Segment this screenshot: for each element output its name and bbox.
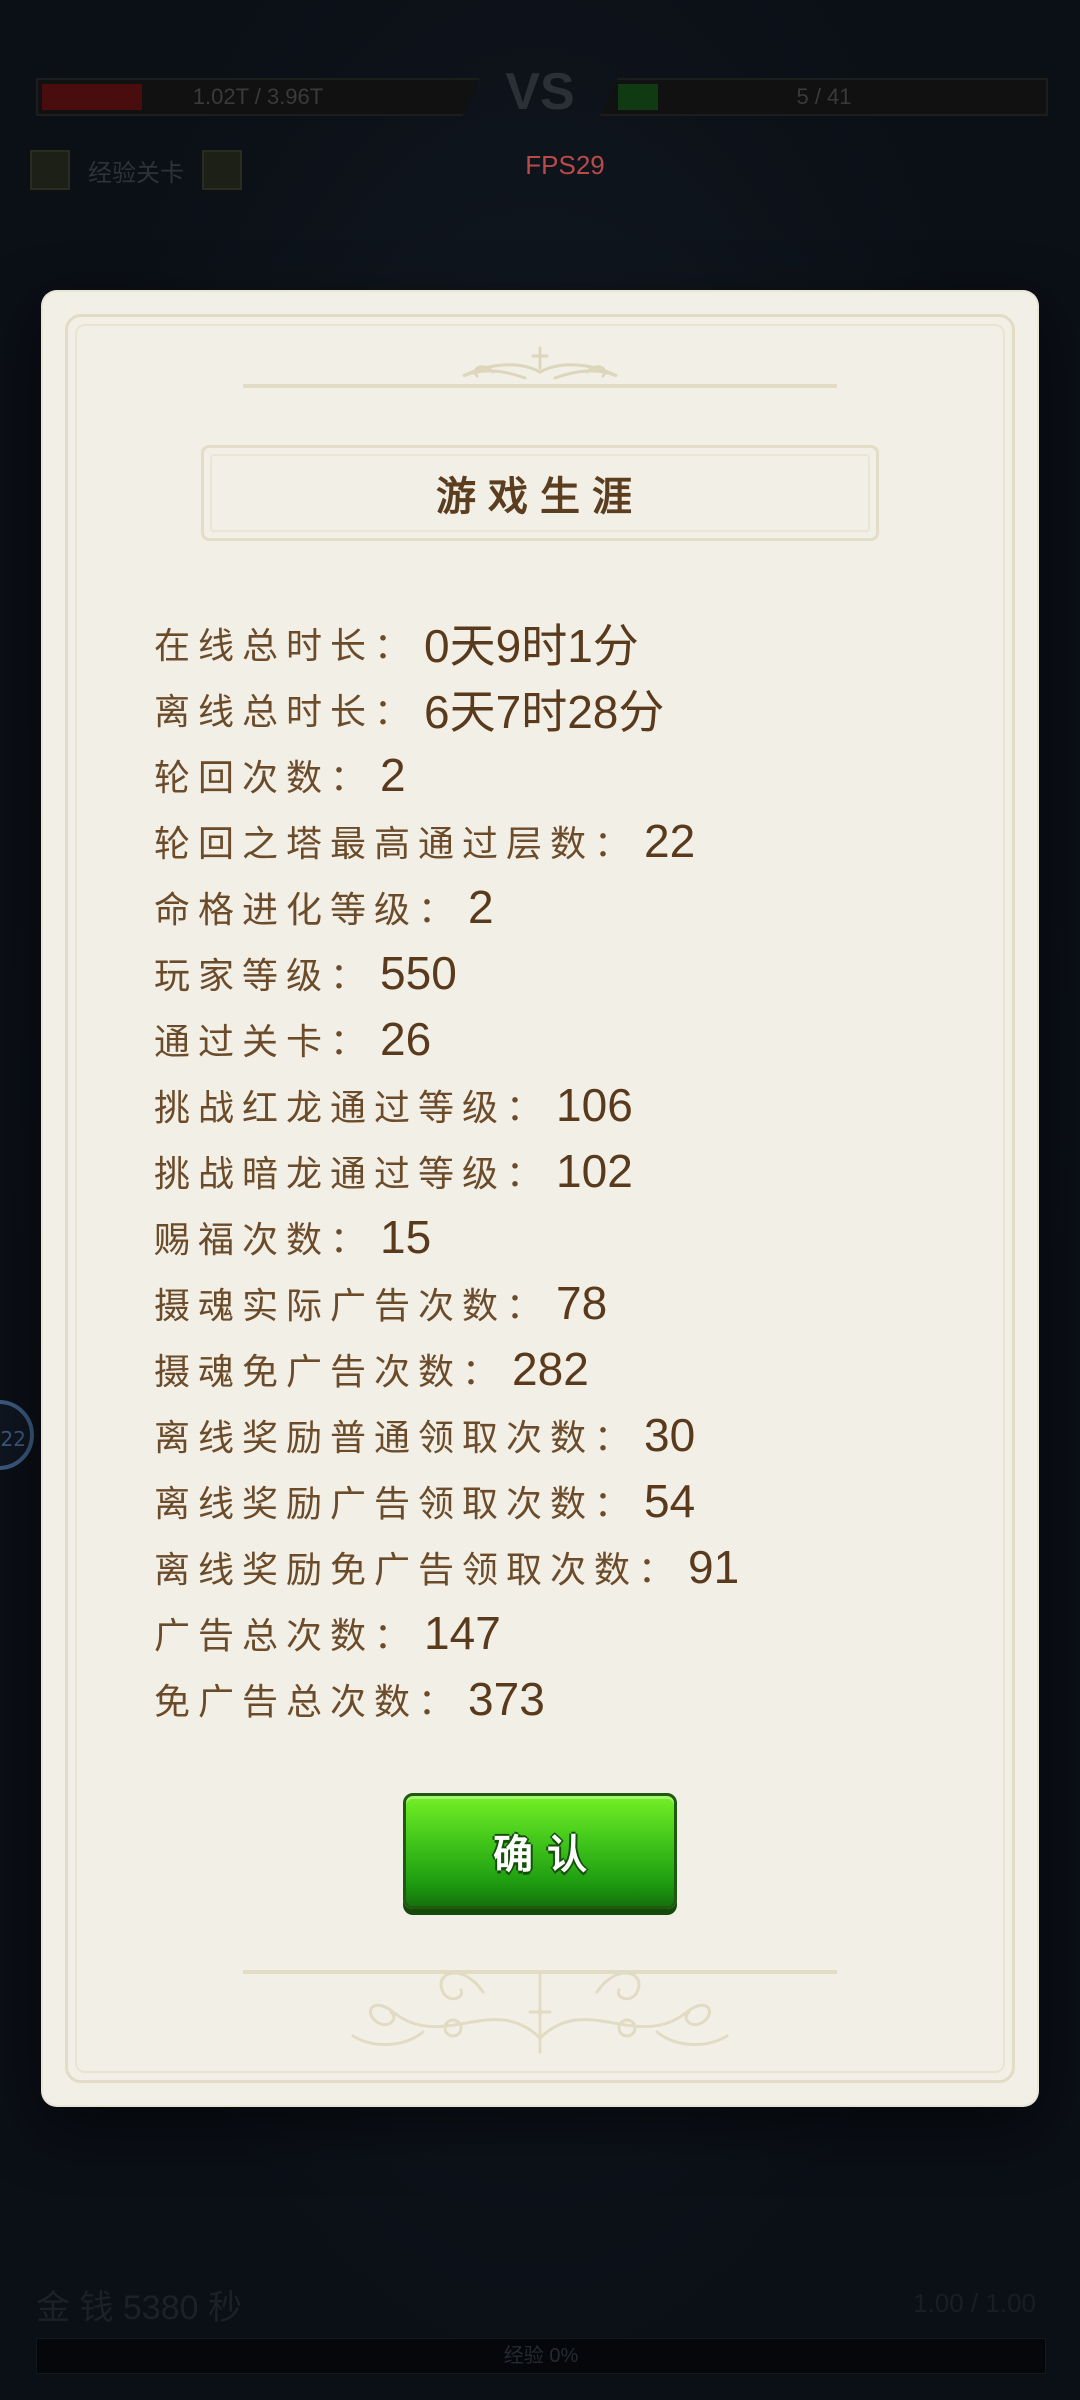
- stat-row: 轮回次数： 2: [154, 742, 954, 808]
- stat-value: 15: [380, 1211, 432, 1263]
- stage-prev-icon: [30, 150, 70, 190]
- stat-value: 102: [556, 1145, 633, 1197]
- stat-colon: ：: [374, 1616, 411, 1657]
- stage-indicator: 经验关卡: [30, 150, 242, 190]
- stat-colon: ：: [330, 1220, 367, 1261]
- stat-label: 赐福次数: [154, 1220, 331, 1261]
- title-frame: 游戏生涯: [201, 445, 879, 541]
- stat-value: 2: [468, 881, 494, 933]
- stat-label: 摄魂实际广告次数: [154, 1286, 507, 1327]
- stat-row: 广告总次数： 147: [154, 1600, 954, 1666]
- stat-colon: ：: [330, 758, 367, 799]
- stat-row: 挑战红龙通过等级： 106: [154, 1072, 954, 1138]
- player-hp-bar: 1.02T / 3.96T: [36, 78, 480, 116]
- stat-label: 挑战红龙通过等级: [154, 1088, 507, 1129]
- stat-label: 离线奖励普通领取次数: [154, 1418, 595, 1459]
- stat-label: 免广告总次数: [154, 1682, 419, 1723]
- stat-label: 玩家等级: [154, 956, 331, 997]
- exp-bar-text: 经验 0%: [503, 2345, 579, 2367]
- game-career-dialog: 游戏生涯 在线总时长： 0天9时1分 离线总时长： 6天7时28分 轮回次数： 2 轮回之塔…: [43, 292, 1037, 2105]
- top-ornament-icon: [462, 346, 618, 380]
- stat-label: 摄魂免广告次数: [154, 1352, 463, 1393]
- stat-row: 轮回之塔最高通过层数： 22: [154, 808, 954, 874]
- stats-list: 在线总时长： 0天9时1分 离线总时长： 6天7时28分 轮回次数： 2 轮回之塔最高通过层…: [154, 610, 954, 1732]
- stat-colon: ：: [374, 692, 411, 733]
- bottom-hud: 金 钱 5380 秒 1.00 / 1.00 经验 0%: [0, 2270, 1080, 2400]
- stat-row: 命格进化等级： 2: [154, 874, 954, 940]
- stat-label: 通过关卡: [154, 1022, 331, 1063]
- stat-colon: ：: [506, 1088, 543, 1129]
- stat-label: 在线总时长: [154, 626, 375, 667]
- stat-value: 78: [556, 1277, 608, 1329]
- stat-value: 2: [380, 749, 406, 801]
- stat-value: 282: [512, 1343, 589, 1395]
- fps-counter: FPS29: [525, 150, 605, 180]
- stat-row: 离线奖励广告领取次数： 54: [154, 1468, 954, 1534]
- stat-value: 550: [380, 947, 457, 999]
- stat-colon: ：: [330, 956, 367, 997]
- stat-colon: ：: [594, 1484, 631, 1525]
- dialog-title: 游戏生涯: [436, 473, 644, 520]
- stage-label: 经验关卡: [88, 158, 184, 187]
- side-level-bubble: 22: [0, 1400, 34, 1470]
- speed-text: 1.00 / 1.00: [913, 2288, 1036, 2318]
- stat-value: 147: [424, 1607, 501, 1659]
- stat-value: 54: [644, 1475, 696, 1527]
- confirm-button[interactable]: 确认: [403, 1793, 677, 1909]
- stat-colon: ：: [462, 1352, 499, 1393]
- stat-value: 6天7时28分: [424, 686, 665, 738]
- stat-colon: ：: [594, 1418, 631, 1459]
- player-hp-text: 1.02T / 3.96T: [192, 84, 324, 109]
- game-screen: 1.02T / 3.96T VS 5 / 41 经验关卡 FPS29 22 金 …: [0, 0, 1080, 2400]
- stat-row: 玩家等级： 550: [154, 940, 954, 1006]
- stat-value: 373: [468, 1673, 545, 1725]
- stat-row: 离线总时长： 6天7时28分: [154, 676, 954, 742]
- stat-colon: ：: [506, 1154, 543, 1195]
- stat-colon: ：: [418, 1682, 455, 1723]
- gold-rate-text: 金 钱 5380 秒: [36, 2289, 242, 2327]
- confirm-button-label: 确认: [493, 1831, 601, 1878]
- stat-label: 轮回次数: [154, 758, 331, 799]
- stat-colon: ：: [330, 1022, 367, 1063]
- stat-value: 30: [644, 1409, 696, 1461]
- stat-colon: ：: [638, 1550, 675, 1591]
- stat-colon: ：: [374, 626, 411, 667]
- stat-value: 91: [688, 1541, 740, 1593]
- stat-label: 命格进化等级: [154, 890, 419, 931]
- top-hud: 1.02T / 3.96T VS 5 / 41 经验关卡 FPS29: [0, 0, 1080, 220]
- stat-label: 离线奖励广告领取次数: [154, 1484, 595, 1525]
- stat-label: 离线奖励免广告领取次数: [154, 1550, 639, 1591]
- enemy-hp-text: 5 / 41: [796, 84, 852, 109]
- stat-row: 摄魂实际广告次数： 78: [154, 1270, 954, 1336]
- stat-label: 挑战暗龙通过等级: [154, 1154, 507, 1195]
- stat-label: 离线总时长: [154, 692, 375, 733]
- stat-label: 广告总次数: [154, 1616, 375, 1657]
- stat-value: 26: [380, 1013, 432, 1065]
- stat-value: 0天9时1分: [424, 620, 639, 672]
- stat-colon: ：: [418, 890, 455, 931]
- bottom-ornament-icon: [351, 1970, 729, 2054]
- vs-label: VS: [505, 63, 575, 121]
- exp-bar: 经验 0%: [36, 2338, 1046, 2374]
- stat-label: 轮回之塔最高通过层数: [154, 824, 595, 865]
- stat-row: 挑战暗龙通过等级： 102: [154, 1138, 954, 1204]
- stat-row: 在线总时长： 0天9时1分: [154, 610, 954, 676]
- stat-row: 摄魂免广告次数： 282: [154, 1336, 954, 1402]
- stat-row: 通过关卡： 26: [154, 1006, 954, 1072]
- stat-row: 免广告总次数： 373: [154, 1666, 954, 1732]
- stat-row: 赐福次数： 15: [154, 1204, 954, 1270]
- stat-colon: ：: [506, 1286, 543, 1327]
- stage-next-icon: [202, 150, 242, 190]
- stat-value: 22: [644, 815, 696, 867]
- enemy-hp-bar: 5 / 41: [600, 78, 1048, 116]
- stat-colon: ：: [594, 824, 631, 865]
- stat-row: 离线奖励免广告领取次数： 91: [154, 1534, 954, 1600]
- stat-row: 离线奖励普通领取次数： 30: [154, 1402, 954, 1468]
- stat-value: 106: [556, 1079, 633, 1131]
